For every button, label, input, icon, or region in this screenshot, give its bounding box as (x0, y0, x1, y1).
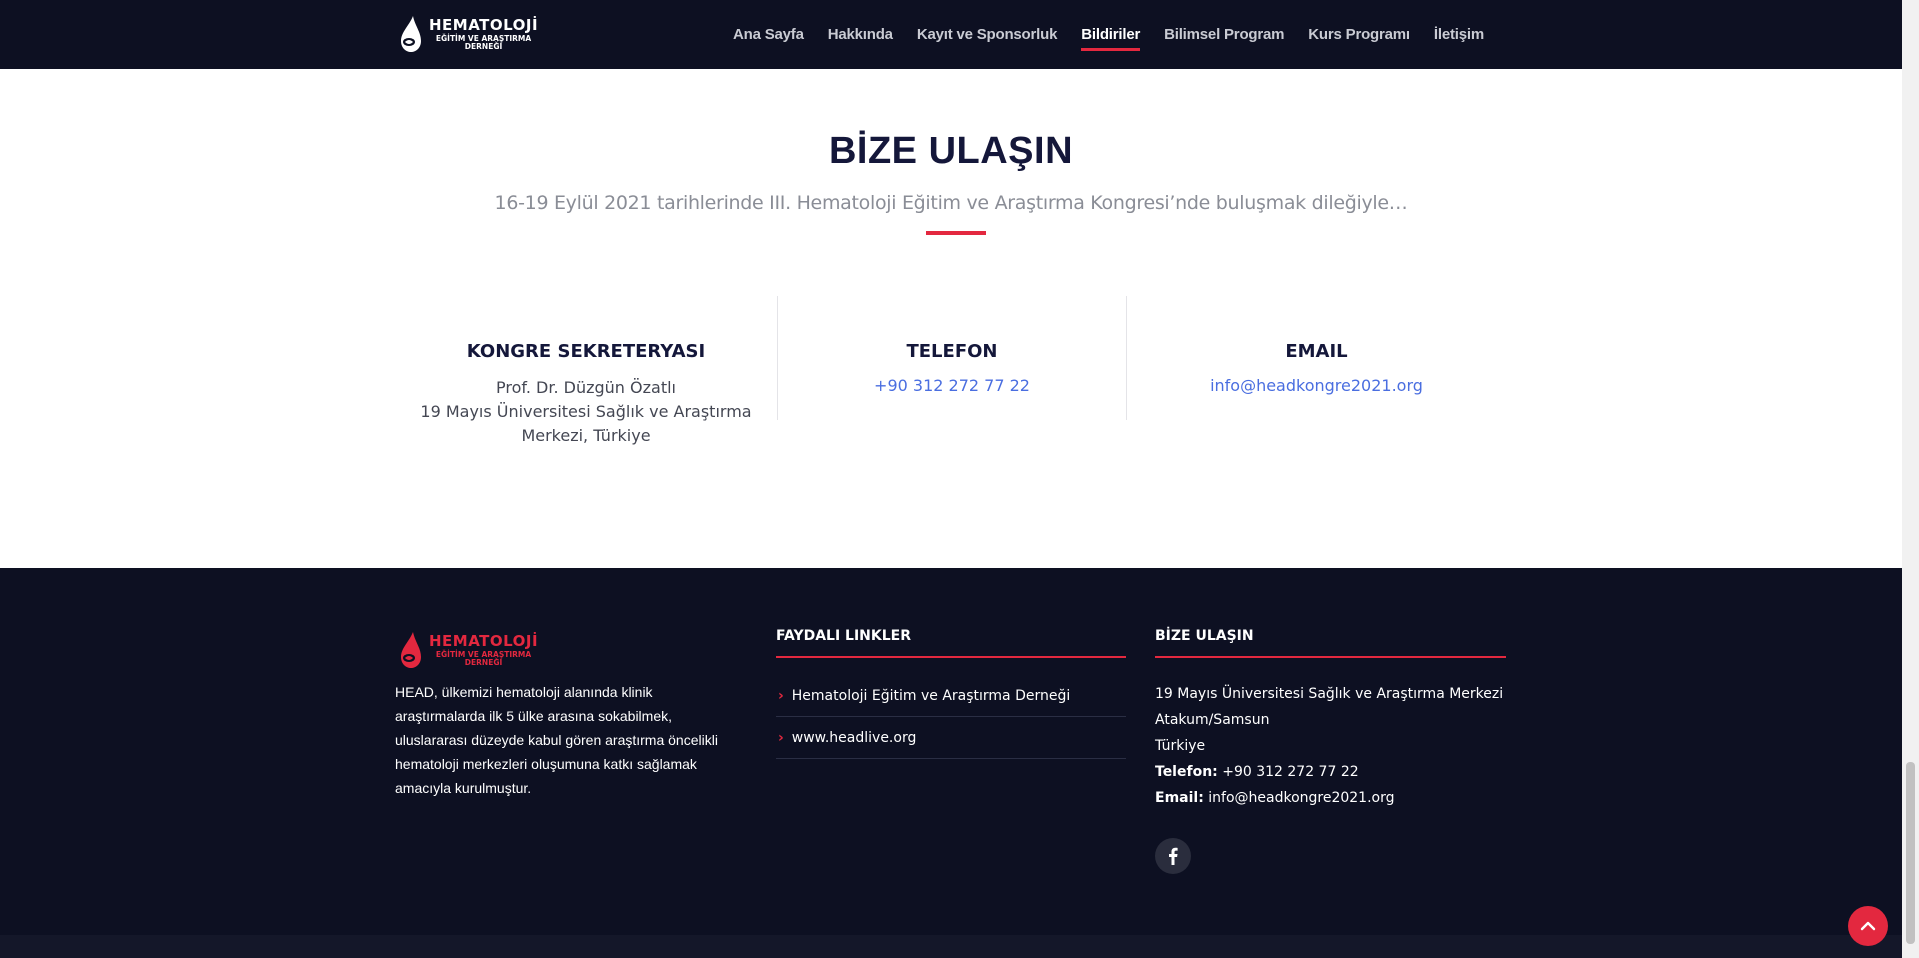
logo-subtitle: EĞİTİM VE ARAŞTIRMA (435, 33, 532, 43)
footer-link-list: › Hematoloji Eğitim ve Araştırma Derneği… (776, 675, 1126, 759)
chevron-up-icon (1860, 921, 1876, 931)
contact-subtitle: 16-19 Eylül 2021 tarihlerinde III. Hemat… (494, 192, 1408, 214)
phone-link[interactable]: +90 312 272 77 22 (778, 376, 1126, 395)
footer-logo-drop-icon (397, 630, 425, 670)
phone-title: TELEFON (906, 341, 998, 362)
secretariat-name: Prof. Dr. Düzgün Özatlı (496, 378, 676, 397)
email-link[interactable]: info@headkongre2021.org (1127, 376, 1506, 395)
footer-phone-row: Telefon: +90 312 272 77 22 (1155, 759, 1515, 785)
contact-title: BİZE ULAŞIN (828, 130, 1074, 172)
site-header: HEMATOLOJİ EĞİTİM VE ARAŞTIRMA DERNEĞİ A… (0, 0, 1902, 69)
secretariat-title: KONGRE SEKRETERYASI (466, 341, 706, 362)
secretariat-address-1: 19 Mayıs Üniversitesi Sağlık ve Araştırm… (420, 402, 752, 421)
nav-item-kayit[interactable]: Kayıt ve Sponsorluk (905, 0, 1069, 69)
footer-links-title: FAYDALI LINKLER (776, 628, 1126, 658)
nav-item-hakkinda[interactable]: Hakkında (816, 0, 905, 69)
footer-logo-subtitle: EĞİTİM VE ARAŞTIRMA (435, 649, 532, 659)
footer-logo-title: HEMATOLOJİ (429, 631, 539, 650)
logo-drop-icon (397, 14, 425, 54)
nav-item-kurs-programi[interactable]: Kurs Programı (1296, 0, 1422, 69)
page-scrollbar[interactable] (1902, 0, 1919, 958)
footer-about-text: HEAD, ülkemizi hematoloji alanında klini… (395, 684, 718, 796)
title-divider (926, 231, 986, 235)
chevron-right-icon: › (778, 729, 784, 746)
main-nav: Ana Sayfa Hakkında Kayıt ve Sponsorluk B… (721, 0, 1496, 69)
footer-contact-title: BİZE ULAŞIN (1155, 628, 1506, 658)
nav-item-ana-sayfa[interactable]: Ana Sayfa (721, 0, 816, 69)
footer-address-3: Türkiye (1155, 738, 1206, 754)
email-title: EMAIL (1285, 341, 1348, 362)
footer-logo-subtitle-2: DERNEĞİ (464, 658, 503, 667)
nav-item-iletisim[interactable]: İletişim (1422, 0, 1496, 69)
contact-column-secretariat: KONGRE SEKRETERYASI Prof. Dr. Düzgün Öza… (396, 296, 776, 445)
footer-phone[interactable]: +90 312 272 77 22 (1222, 764, 1358, 780)
facebook-icon[interactable] (1155, 838, 1191, 874)
footer-contact-info: 19 Mayıs Üniversitesi Sağlık ve Araştırm… (1155, 681, 1515, 811)
footer-link-label: Hematoloji Eğitim ve Araştırma Derneği (791, 687, 1071, 704)
scrollbar-thumb[interactable] (1906, 762, 1915, 944)
footer-phone-label: Telefon: (1155, 764, 1218, 780)
nav-item-bilimsel-program[interactable]: Bilimsel Program (1152, 0, 1296, 69)
logo-subtitle-2: DERNEĞİ (464, 42, 503, 51)
footer-email[interactable]: info@headkongre2021.org (1208, 790, 1394, 806)
logo-title: HEMATOLOJİ (429, 15, 539, 34)
footer-logo[interactable]: HEMATOLOJİ EĞİTİM VE ARAŞTIRMA DERNEĞİ (397, 628, 539, 672)
nav-item-bildiriler[interactable]: Bildiriler (1069, 0, 1152, 69)
contact-column-email: EMAIL info@headkongre2021.org (1126, 296, 1506, 420)
footer-address-2: Atakum/Samsun (1155, 712, 1270, 728)
footer-bottom-bar (0, 935, 1902, 958)
footer-email-label: Email: (1155, 790, 1204, 806)
footer-link-dernek[interactable]: › Hematoloji Eğitim ve Araştırma Derneği (776, 675, 1126, 717)
contact-column-phone: TELEFON +90 312 272 77 22 (777, 296, 1126, 420)
chevron-right-icon: › (778, 687, 784, 704)
site-logo[interactable]: HEMATOLOJİ EĞİTİM VE ARAŞTIRMA DERNEĞİ (397, 12, 539, 56)
footer-address-1: 19 Mayıs Üniversitesi Sağlık ve Araştırm… (1155, 686, 1504, 702)
secretariat-address-2: Merkezi, Türkiye (521, 426, 651, 445)
footer-email-row: Email: info@headkongre2021.org (1155, 785, 1515, 811)
footer-link-headlive[interactable]: › www.headlive.org (776, 717, 1126, 759)
footer-link-label: www.headlive.org (791, 729, 917, 746)
scroll-to-top-button[interactable] (1848, 906, 1888, 946)
